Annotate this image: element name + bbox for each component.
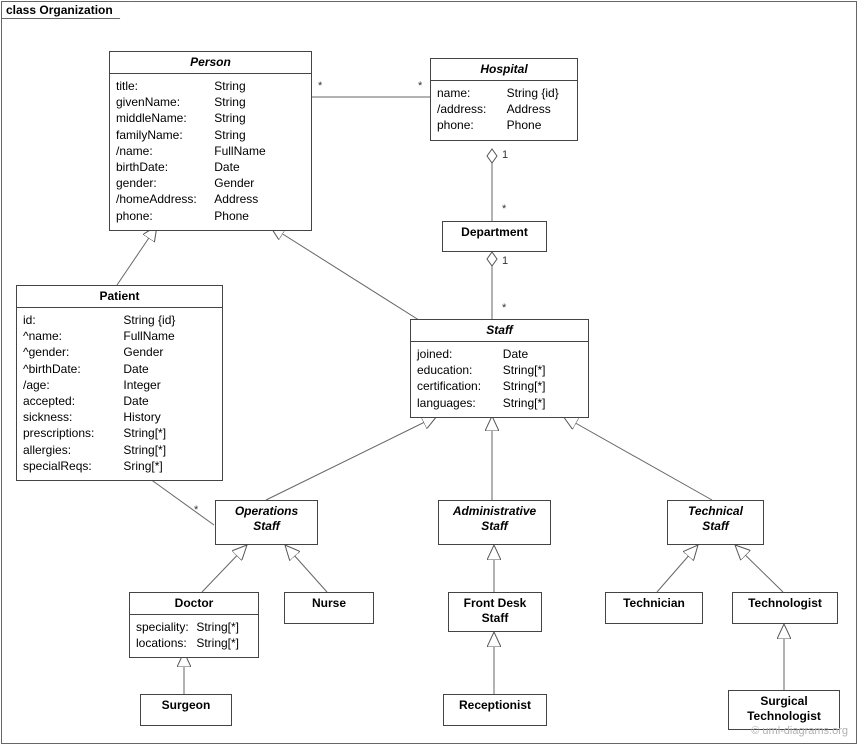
attribute-row: gender:Gender [116,175,305,191]
attribute-row: languages:String[*] [417,395,582,411]
attribute-row: phone:Phone [437,117,571,133]
class-surgical-technologist-title: Surgical Technologist [729,691,839,727]
attribute-row: sickness:History [23,409,216,425]
class-patient-title: Patient [17,286,222,308]
mult-dept-staff-star: * [502,302,506,314]
class-doctor: Doctor speciality:String[*]locations:Str… [129,592,259,658]
class-receptionist: Receptionist [443,694,547,726]
class-receptionist-title: Receptionist [444,695,546,716]
attribute-row: /age:Integer [23,377,216,393]
attribute-row: joined:Date [417,346,582,362]
attribute-row: name:String {id} [437,85,571,101]
class-department-title: Department [443,222,546,243]
attribute-row: accepted:Date [23,393,216,409]
class-administrative-staff: Administrative Staff [438,500,551,545]
class-operations-staff-title: Operations Staff [216,501,317,537]
class-technician: Technician [605,592,703,624]
attribute-row: prescriptions:String[*] [23,425,216,441]
attribute-row: education:String[*] [417,362,582,378]
class-surgeon-title: Surgeon [141,695,231,716]
attribute-row: givenName:String [116,94,305,110]
class-doctor-title: Doctor [130,593,258,615]
attribute-row: speciality:String[*] [136,619,252,635]
class-hospital-title: Hospital [431,59,577,81]
class-person-title: Person [110,52,311,74]
mult-person-hospital-right: * [418,80,422,92]
attribute-row: ^name:FullName [23,328,216,344]
attribute-row: ^gender:Gender [23,344,216,360]
class-nurse: Nurse [284,592,374,624]
frame-label: class Organization [1,1,130,19]
class-patient-attrs: id:String {id}^name:FullName^gender:Gend… [17,308,222,480]
class-department: Department [442,221,547,252]
attribute-row: /address:Address [437,101,571,117]
attribute-row: allergies:String[*] [23,442,216,458]
class-operations-staff: Operations Staff [215,500,318,545]
attribute-row: middleName:String [116,110,305,126]
class-administrative-staff-title: Administrative Staff [439,501,550,537]
mult-hospital-dept-star: * [502,203,506,215]
attribute-row: familyName:String [116,127,305,143]
class-person-attrs: title:StringgivenName:StringmiddleName:S… [110,74,311,230]
organization-frame: class Organization [1,1,857,744]
class-technical-staff-title: Technical Staff [668,501,763,537]
watermark: © uml-diagrams.org [751,725,848,737]
class-technologist-title: Technologist [733,593,837,614]
class-nurse-title: Nurse [285,593,373,614]
class-doctor-attrs: speciality:String[*]locations:String[*] [130,615,258,657]
attribute-row: birthDate:Date [116,159,305,175]
attribute-row: specialReqs:Sring[*] [23,458,216,474]
class-person: Person title:StringgivenName:Stringmiddl… [109,51,312,231]
mult-hospital-dept-1: 1 [502,149,508,161]
class-surgical-technologist: Surgical Technologist [728,690,840,730]
attribute-row: /homeAddress:Address [116,191,305,207]
class-surgeon: Surgeon [140,694,232,726]
class-technologist: Technologist [732,592,838,624]
attribute-row: title:String [116,78,305,94]
class-patient: Patient id:String {id}^name:FullName^gen… [16,285,223,481]
attribute-row: ^birthDate:Date [23,361,216,377]
class-front-desk-staff-title: Front Desk Staff [449,593,541,629]
class-technician-title: Technician [606,593,702,614]
class-technical-staff: Technical Staff [667,500,764,545]
attribute-row: certification:String[*] [417,378,582,394]
attribute-row: phone:Phone [116,208,305,224]
mult-patient-ops-bottom: * [194,504,198,516]
mult-dept-staff-1: 1 [502,255,508,267]
attribute-row: locations:String[*] [136,635,252,651]
mult-person-hospital-left: * [318,80,322,92]
class-staff-title: Staff [411,320,588,342]
class-staff-attrs: joined:Dateeducation:String[*]certificat… [411,342,588,417]
class-front-desk-staff: Front Desk Staff [448,592,542,632]
class-hospital-attrs: name:String {id}/address:Addressphone:Ph… [431,81,577,140]
class-staff: Staff joined:Dateeducation:String[*]cert… [410,319,589,418]
attribute-row: id:String {id} [23,312,216,328]
attribute-row: /name:FullName [116,143,305,159]
class-hospital: Hospital name:String {id}/address:Addres… [430,58,578,141]
